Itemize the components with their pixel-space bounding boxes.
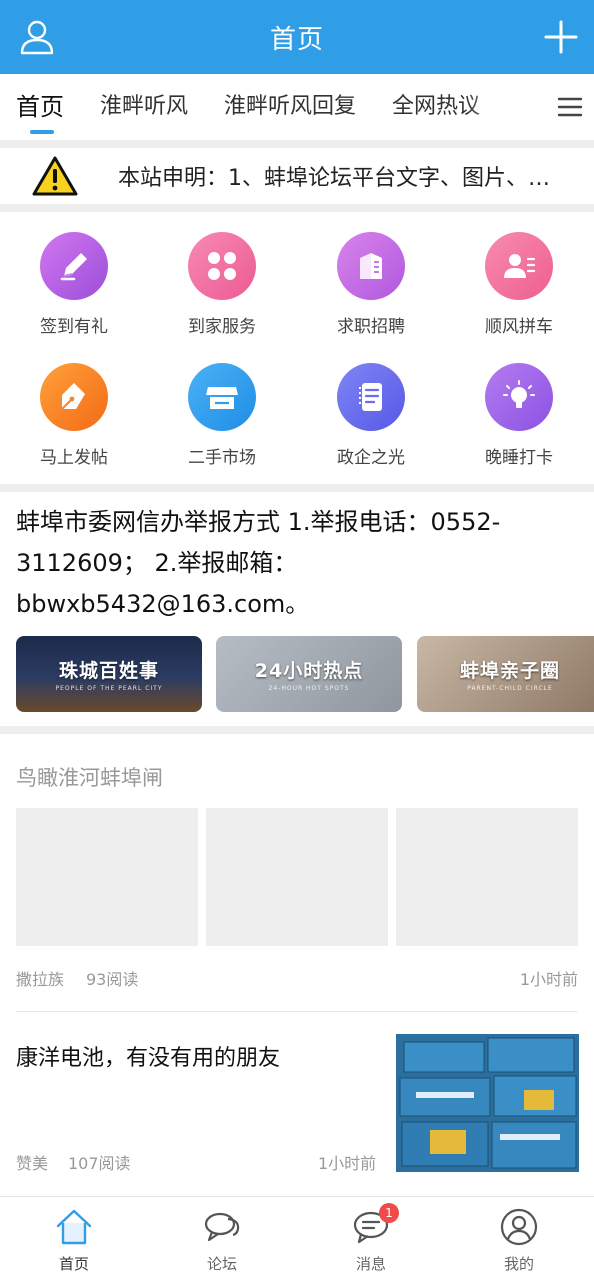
warning-icon — [32, 156, 78, 196]
banner-subtitle: PEOPLE OF THE PEARL CITY — [55, 685, 163, 692]
divider — [16, 1011, 578, 1012]
banner-subtitle: 24-HOUR HOT SPOTS — [268, 685, 350, 692]
grid-item-home-service[interactable]: 到家服务 — [148, 232, 296, 337]
fountain-pen-icon — [40, 363, 108, 431]
nav-forum[interactable]: 论坛 — [148, 1197, 296, 1280]
post-time: 1小时前 — [318, 1154, 377, 1173]
page-title: 首页 — [269, 24, 324, 55]
banner-pearl-city[interactable]: 珠城百姓事 PEOPLE OF THE PEARL CITY — [16, 636, 202, 712]
post-thumbnails[interactable] — [16, 808, 579, 946]
grid-item-jobs[interactable]: 求职招聘 — [297, 232, 445, 337]
post-title[interactable]: 鸟瞰淮河蚌埠闸 — [16, 762, 163, 792]
banner-title: 蚌埠亲子圈 — [459, 660, 560, 682]
post-reads: 93阅读 — [86, 970, 139, 989]
post-author: 撒拉族 — [16, 970, 65, 989]
post-reads: 107阅读 — [68, 1154, 131, 1173]
tab-huaipan-reply[interactable]: 淮畔听风回复 — [206, 74, 374, 140]
banner-hot-spots[interactable]: 24小时热点 24-HOUR HOT SPOTS — [216, 636, 402, 712]
post-image[interactable] — [396, 1034, 579, 1172]
thumbnail — [16, 808, 198, 946]
home-icon — [54, 1207, 94, 1247]
thumbnail — [206, 808, 388, 946]
grid-label: 顺风拼车 — [485, 317, 553, 337]
user-icon[interactable] — [18, 18, 56, 56]
shop-icon — [188, 363, 256, 431]
grid-item-new-post[interactable]: 马上发帖 — [0, 363, 148, 468]
building-icon — [337, 232, 405, 300]
grid-item-carpool[interactable]: 顺风拼车 — [445, 232, 593, 337]
bottom-nav: 首页 论坛 1 消息 我的 — [0, 1196, 594, 1280]
divider — [0, 204, 594, 212]
lightbulb-icon — [485, 363, 553, 431]
tab-fade — [466, 74, 546, 140]
nav-label: 论坛 — [206, 1255, 237, 1273]
banner-parent-child[interactable]: 蚌埠亲子圈 PARENT-CHILD CIRCLE — [417, 636, 594, 712]
grid-item-gov-light[interactable]: 政企之光 — [297, 363, 445, 468]
post-time: 1小时前 — [519, 970, 578, 989]
grid-item-checkin[interactable]: 签到有礼 — [0, 232, 148, 337]
grid-item-second-hand[interactable]: 二手市场 — [148, 363, 296, 468]
menu-icon[interactable] — [546, 74, 594, 140]
pencil-icon — [40, 232, 108, 300]
grid-label: 晚睡打卡 — [485, 448, 553, 468]
profile-icon — [499, 1207, 539, 1247]
grid-label: 签到有礼 — [40, 317, 108, 337]
divider — [0, 726, 594, 734]
topic-banners: 珠城百姓事 PEOPLE OF THE PEARL CITY 24小时热点 24… — [16, 636, 594, 712]
nav-label: 我的 — [503, 1255, 534, 1273]
nav-messages[interactable]: 1 消息 — [297, 1197, 445, 1280]
tab-home[interactable]: 首页 — [0, 74, 82, 140]
tab-huaipan[interactable]: 淮畔听风 — [82, 74, 206, 140]
nav-profile[interactable]: 我的 — [445, 1197, 593, 1280]
shortcut-grid: 签到有礼 到家服务 求职招聘 顺风拼车 马上发帖 二手市场 政企之光 晚睡打卡 — [0, 212, 594, 484]
grid-label: 马上发帖 — [40, 448, 108, 468]
banner-title: 珠城百姓事 — [58, 660, 159, 682]
document-icon — [337, 363, 405, 431]
person-list-icon — [485, 232, 553, 300]
divider — [0, 484, 594, 492]
nav-label: 首页 — [58, 1255, 89, 1273]
nav-home[interactable]: 首页 — [0, 1197, 148, 1280]
notice-text: 本站申明：1、蚌埠论坛平台文字、图片、… — [118, 166, 550, 191]
grid-label: 求职招聘 — [337, 317, 405, 337]
chat-bubbles-icon — [202, 1207, 242, 1247]
grid-label: 政企之光 — [337, 448, 405, 468]
grid-label: 到家服务 — [188, 317, 256, 337]
divider — [0, 140, 594, 148]
post-title[interactable]: 康洋电池，有没有用的朋友 — [16, 1040, 280, 1072]
notice-bar[interactable]: 本站申明：1、蚌埠论坛平台文字、图片、… — [0, 148, 594, 204]
banner-subtitle: PARENT-CHILD CIRCLE — [467, 685, 553, 692]
post-author: 赞美 — [16, 1154, 49, 1173]
thumbnail — [396, 808, 578, 946]
nav-label: 消息 — [355, 1255, 386, 1273]
message-icon: 1 — [351, 1203, 399, 1247]
announcement-text[interactable]: 蚌埠市委网信办举报方式 1.举报电话：0552-3112609； 2.举报邮箱：… — [16, 502, 576, 625]
banner-title: 24小时热点 — [254, 660, 364, 682]
app-header: 首页 — [0, 0, 594, 74]
unread-badge: 1 — [379, 1203, 399, 1223]
grid-item-sleep-checkin[interactable]: 晚睡打卡 — [445, 363, 593, 468]
add-icon[interactable] — [544, 18, 578, 56]
grid-label: 二手市场 — [188, 448, 256, 468]
four-leaf-icon — [188, 232, 256, 300]
